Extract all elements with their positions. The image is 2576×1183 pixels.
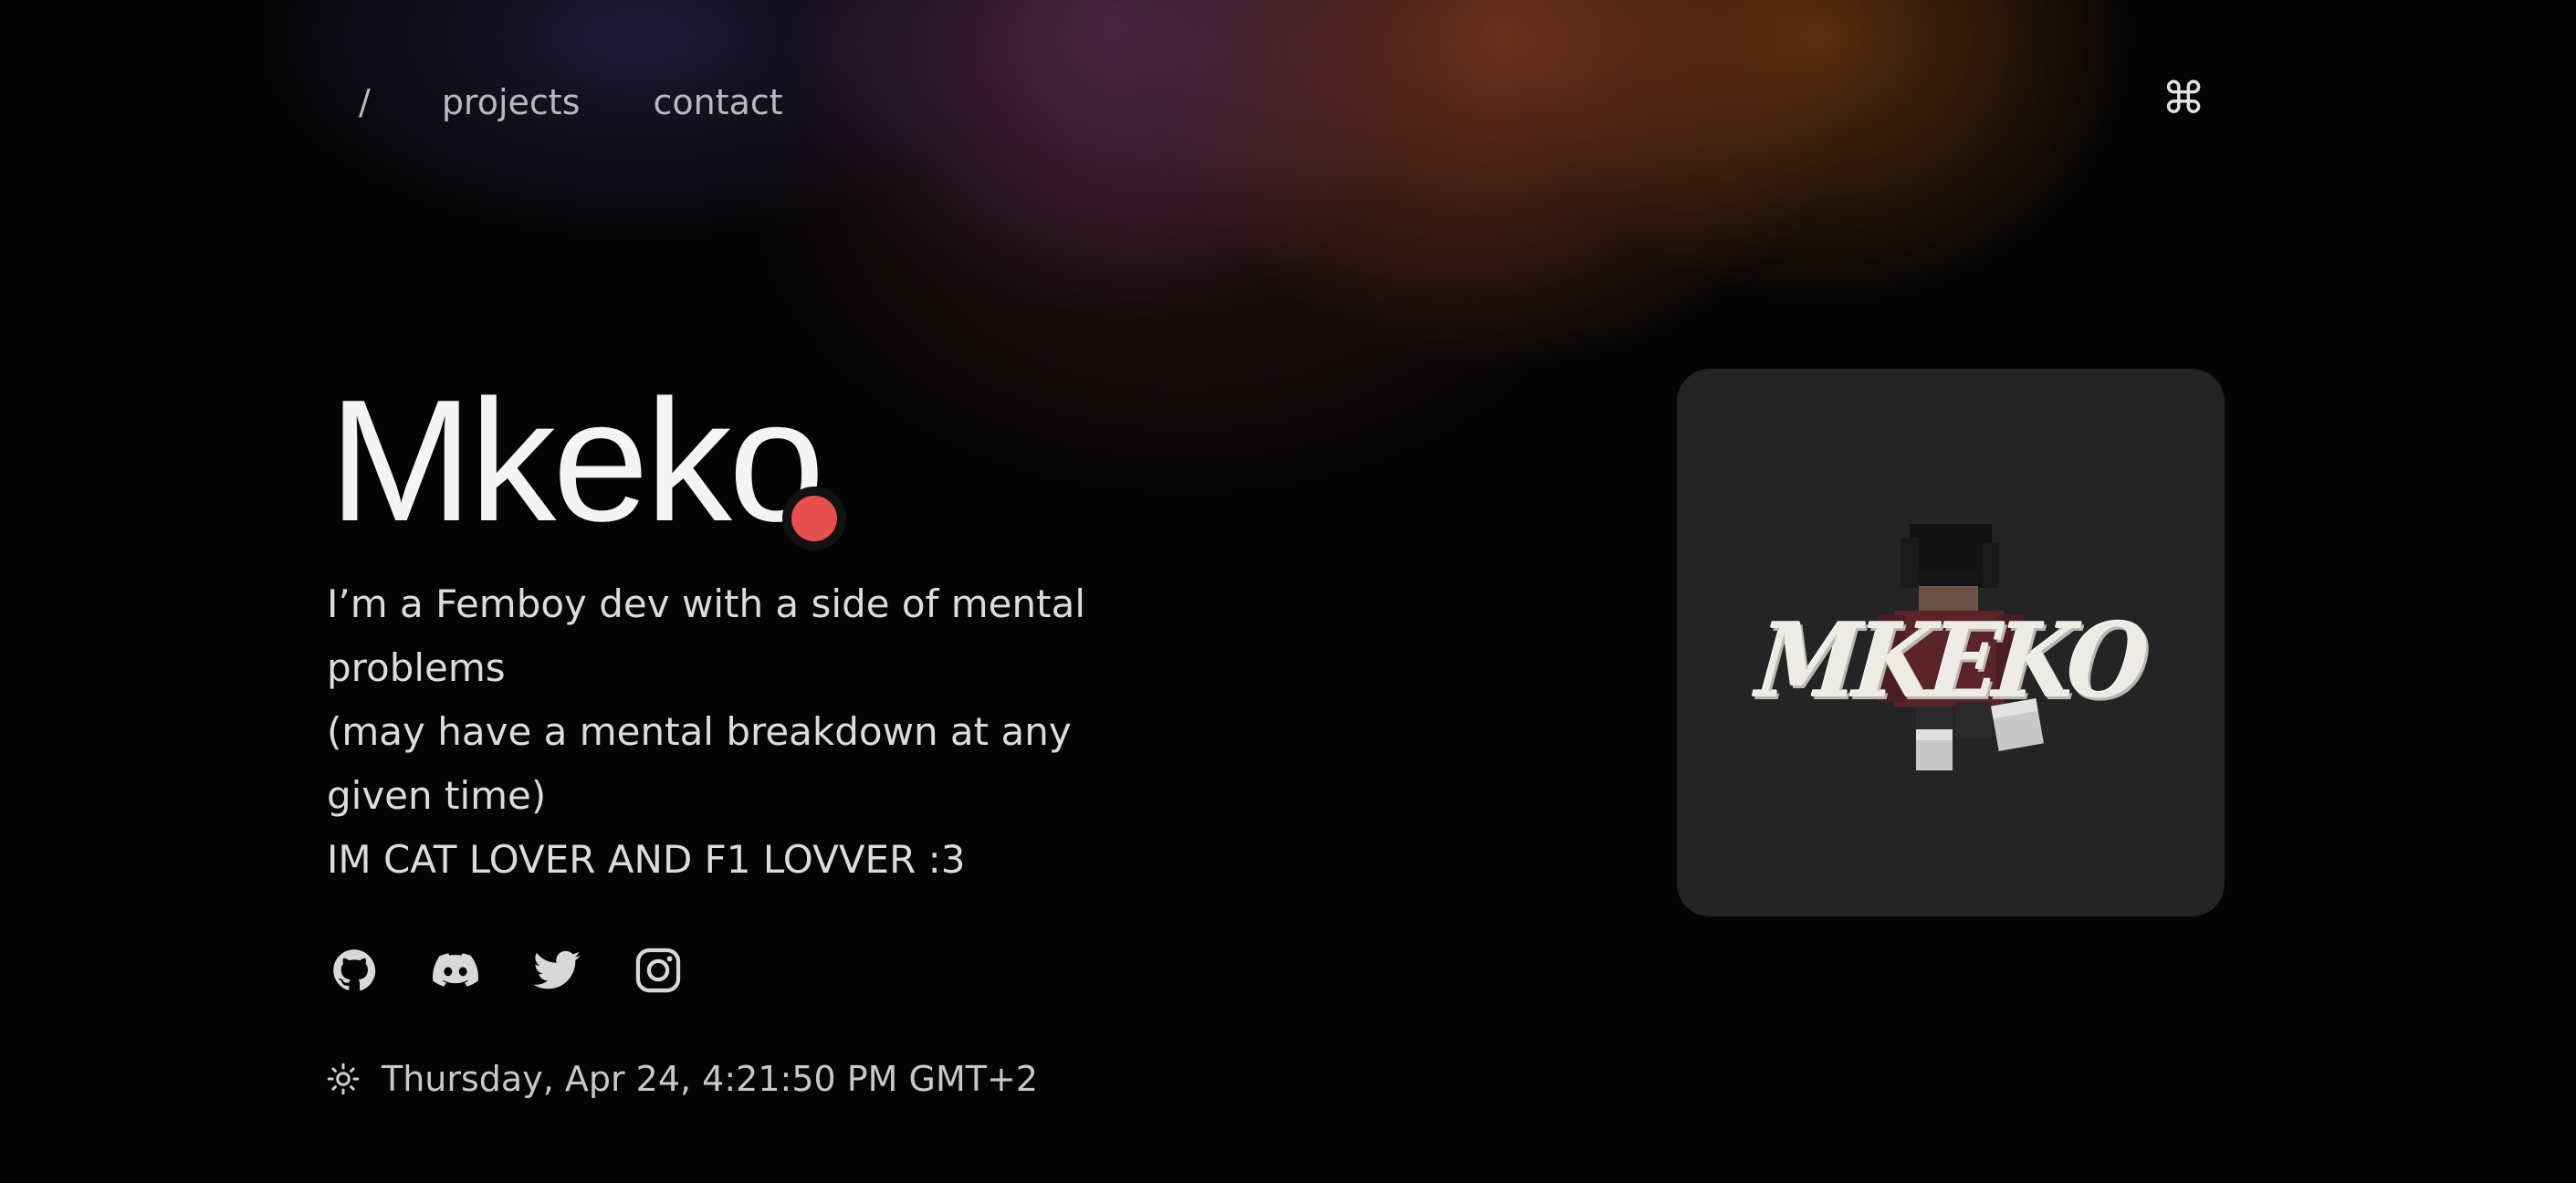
local-time: Thursday, Apr 24, 4:21:50 PM GMT+2 — [327, 1059, 1038, 1099]
status-dot — [791, 496, 837, 541]
avatar-logo-text: MKEKO — [1752, 602, 2150, 721]
bio-line: IM CAT LOVER AND F1 LOVVER :3 — [327, 837, 966, 882]
twitter-icon[interactable] — [531, 945, 582, 996]
sun-icon — [327, 1063, 360, 1095]
avatar-card: MKEKO — [1677, 369, 2225, 916]
github-icon[interactable] — [329, 945, 380, 996]
bio-text: I’m a Femboy dev with a side of mental p… — [327, 572, 1167, 892]
instagram-icon[interactable] — [633, 945, 684, 996]
bio-line: I’m a Femboy dev with a side of mental p… — [327, 581, 1085, 690]
time-text: Thursday, Apr 24, 4:21:50 PM GMT+2 — [382, 1059, 1038, 1099]
page-title: Mkeko — [329, 364, 825, 558]
top-nav: / projects contact — [359, 82, 856, 122]
bio-line: (may have a mental breakdown at any give… — [327, 709, 1072, 818]
discord-icon[interactable] — [430, 945, 481, 996]
command-menu-icon[interactable]: ⌘ — [2162, 73, 2205, 124]
social-links — [329, 945, 734, 996]
nav-projects-link[interactable]: projects — [442, 82, 581, 122]
nav-contact-link[interactable]: contact — [654, 82, 783, 122]
nav-home-link[interactable]: / — [359, 82, 371, 122]
